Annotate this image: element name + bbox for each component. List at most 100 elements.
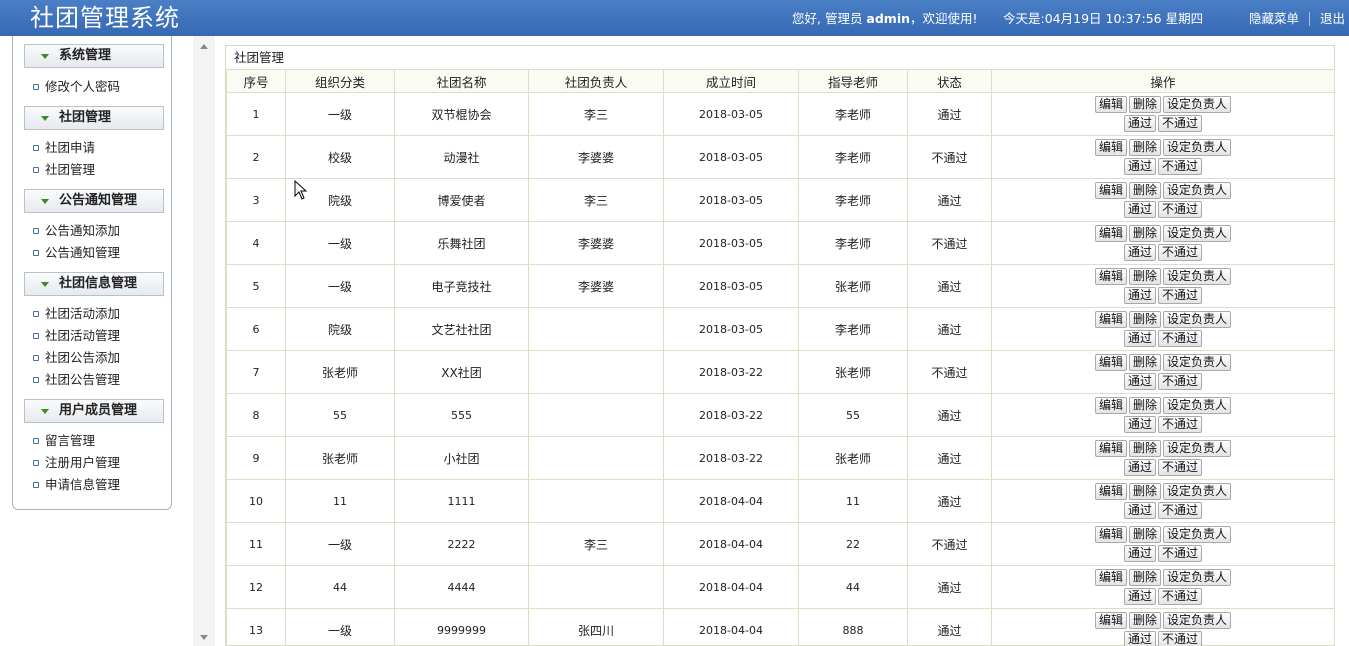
cell-category: 11 xyxy=(285,479,395,523)
approve-button[interactable]: 通过 xyxy=(1123,115,1156,132)
cell-founded-date: 2018-03-05 xyxy=(663,178,799,222)
set-leader-button[interactable]: 设定负责人 xyxy=(1163,311,1232,328)
reject-button[interactable]: 不通过 xyxy=(1158,115,1203,132)
delete-button[interactable]: 删除 xyxy=(1128,311,1161,328)
sidebar-section-header[interactable]: 社团管理 xyxy=(24,106,164,130)
delete-button[interactable]: 删除 xyxy=(1128,354,1161,371)
edit-button[interactable]: 编辑 xyxy=(1094,483,1127,500)
sidebar-nav-link[interactable]: 社团管理 xyxy=(33,162,95,178)
edit-button[interactable]: 编辑 xyxy=(1094,569,1127,586)
approve-button[interactable]: 通过 xyxy=(1123,588,1156,605)
approve-button[interactable]: 通过 xyxy=(1123,158,1156,175)
reject-button[interactable]: 不通过 xyxy=(1158,545,1203,562)
delete-button[interactable]: 删除 xyxy=(1128,139,1161,156)
set-leader-button[interactable]: 设定负责人 xyxy=(1163,139,1232,156)
cell-founded-date: 2018-04-04 xyxy=(663,522,799,566)
reject-button[interactable]: 不通过 xyxy=(1158,416,1203,433)
approve-button[interactable]: 通过 xyxy=(1123,459,1156,476)
approve-button[interactable]: 通过 xyxy=(1123,330,1156,347)
sidebar-nav-link[interactable]: 留言管理 xyxy=(33,433,95,449)
delete-button[interactable]: 删除 xyxy=(1128,612,1161,629)
reject-button[interactable]: 不通过 xyxy=(1158,502,1203,519)
sidebar-section-header[interactable]: 公告通知管理 xyxy=(24,189,164,213)
approve-button[interactable]: 通过 xyxy=(1123,545,1156,562)
edit-button[interactable]: 编辑 xyxy=(1094,139,1127,156)
approve-button[interactable]: 通过 xyxy=(1123,201,1156,218)
set-leader-button[interactable]: 设定负责人 xyxy=(1163,612,1232,629)
logout-link[interactable]: 退出 xyxy=(1320,11,1345,27)
set-leader-button[interactable]: 设定负责人 xyxy=(1163,225,1232,242)
edit-button[interactable]: 编辑 xyxy=(1094,268,1127,285)
sidebar-nav-link[interactable]: 注册用户管理 xyxy=(33,455,120,471)
set-leader-button[interactable]: 设定负责人 xyxy=(1163,569,1232,586)
sidebar-nav-link[interactable]: 修改个人密码 xyxy=(33,79,120,95)
edit-button[interactable]: 编辑 xyxy=(1094,182,1127,199)
edit-button[interactable]: 编辑 xyxy=(1094,612,1127,629)
edit-button[interactable]: 编辑 xyxy=(1094,96,1127,113)
reject-button[interactable]: 不通过 xyxy=(1158,287,1203,304)
set-leader-button[interactable]: 设定负责人 xyxy=(1163,526,1232,543)
delete-button[interactable]: 删除 xyxy=(1128,440,1161,457)
square-bullet-icon xyxy=(33,84,39,90)
approve-button[interactable]: 通过 xyxy=(1123,416,1156,433)
reject-button[interactable]: 不通过 xyxy=(1158,631,1203,646)
approve-button[interactable]: 通过 xyxy=(1123,244,1156,261)
sidebar-section-header[interactable]: 系统管理 xyxy=(24,44,164,68)
hide-menu-link[interactable]: 隐藏菜单 xyxy=(1249,11,1299,27)
reject-button[interactable]: 不通过 xyxy=(1158,588,1203,605)
set-leader-button[interactable]: 设定负责人 xyxy=(1163,483,1232,500)
cell-actions: 编辑 删除 设定负责人 通过 不通过 xyxy=(991,436,1335,480)
sidebar-nav-link[interactable]: 社团活动添加 xyxy=(33,306,120,322)
set-leader-button[interactable]: 设定负责人 xyxy=(1163,440,1232,457)
sidebar-nav-link[interactable]: 公告通知添加 xyxy=(33,223,120,239)
sidebar-section-header[interactable]: 社团信息管理 xyxy=(24,272,164,296)
delete-button[interactable]: 删除 xyxy=(1128,397,1161,414)
edit-button[interactable]: 编辑 xyxy=(1094,354,1127,371)
cell-category: 一级 xyxy=(285,92,395,136)
delete-button[interactable]: 删除 xyxy=(1128,182,1161,199)
approve-button[interactable]: 通过 xyxy=(1123,373,1156,390)
reject-button[interactable]: 不通过 xyxy=(1158,459,1203,476)
sidebar-nav-link[interactable]: 社团活动管理 xyxy=(33,328,120,344)
delete-button[interactable]: 删除 xyxy=(1128,96,1161,113)
reject-button[interactable]: 不通过 xyxy=(1158,158,1203,175)
sidebar-scrollbar[interactable] xyxy=(193,36,215,646)
delete-button[interactable]: 删除 xyxy=(1128,526,1161,543)
reject-button[interactable]: 不通过 xyxy=(1158,373,1203,390)
sidebar-nav-link[interactable]: 公告通知管理 xyxy=(33,245,120,261)
sidebar-nav-link[interactable]: 社团公告管理 xyxy=(33,372,120,388)
delete-button[interactable]: 删除 xyxy=(1128,483,1161,500)
approve-button[interactable]: 通过 xyxy=(1123,631,1156,646)
delete-button[interactable]: 删除 xyxy=(1128,268,1161,285)
set-leader-button[interactable]: 设定负责人 xyxy=(1163,268,1232,285)
edit-button[interactable]: 编辑 xyxy=(1094,526,1127,543)
cell-leader xyxy=(528,307,664,351)
set-leader-button[interactable]: 设定负责人 xyxy=(1163,354,1232,371)
edit-button[interactable]: 编辑 xyxy=(1094,397,1127,414)
reject-button[interactable]: 不通过 xyxy=(1158,330,1203,347)
edit-button[interactable]: 编辑 xyxy=(1094,311,1127,328)
delete-button[interactable]: 删除 xyxy=(1128,225,1161,242)
edit-button[interactable]: 编辑 xyxy=(1094,225,1127,242)
approve-button[interactable]: 通过 xyxy=(1123,287,1156,304)
set-leader-button[interactable]: 设定负责人 xyxy=(1163,182,1232,199)
sidebar-nav-link[interactable]: 社团申请 xyxy=(33,140,95,156)
sidebar-section-header[interactable]: 用户成员管理 xyxy=(24,399,164,423)
scroll-up-icon[interactable] xyxy=(200,44,208,49)
triangle-down-icon xyxy=(41,199,49,204)
set-leader-button[interactable]: 设定负责人 xyxy=(1163,96,1232,113)
set-leader-button[interactable]: 设定负责人 xyxy=(1163,397,1232,414)
reject-button[interactable]: 不通过 xyxy=(1158,244,1203,261)
edit-button[interactable]: 编辑 xyxy=(1094,440,1127,457)
delete-button[interactable]: 删除 xyxy=(1128,569,1161,586)
approve-button[interactable]: 通过 xyxy=(1123,502,1156,519)
cell-actions: 编辑 删除 设定负责人 通过 不通过 xyxy=(991,92,1335,136)
cell-leader xyxy=(528,393,664,437)
sidebar-nav-link[interactable]: 社团公告添加 xyxy=(33,350,120,366)
col-header: 社团名称 xyxy=(394,69,529,93)
reject-button[interactable]: 不通过 xyxy=(1158,201,1203,218)
col-header: 指导老师 xyxy=(798,69,908,93)
square-bullet-icon xyxy=(33,167,39,173)
sidebar-nav-link[interactable]: 申请信息管理 xyxy=(33,477,120,493)
scroll-down-icon[interactable] xyxy=(200,635,208,640)
